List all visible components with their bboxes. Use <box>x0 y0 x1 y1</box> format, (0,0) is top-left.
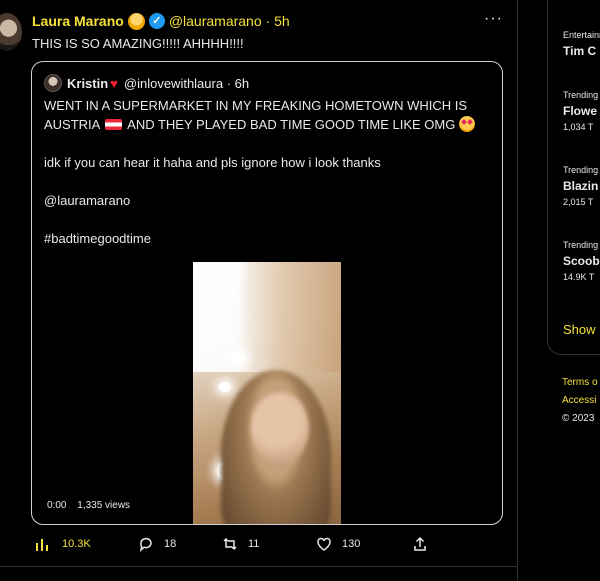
trends-panel: Entertainment Tim C Trending Flowe 1,034… <box>547 0 600 355</box>
reply-button[interactable]: 18 <box>138 536 176 552</box>
trend-category: Entertainment <box>563 30 600 40</box>
terms-link[interactable]: Terms o <box>562 374 598 392</box>
trend-name: Tim C <box>563 44 597 58</box>
heart-eyes-emoji-icon <box>459 116 475 132</box>
trend-item[interactable]: Trending Flowe 1,034 T <box>563 90 598 132</box>
emoji-icon <box>127 12 145 30</box>
trend-count: 2,015 T <box>563 197 594 207</box>
reply-count: 18 <box>164 538 177 550</box>
trend-name: Scoob <box>563 254 600 268</box>
quoted-line-1-end: AND THEY PLAYED BAD TIME GOOD TIME LIKE … <box>127 117 456 132</box>
retweet-icon <box>223 537 237 551</box>
quoted-line-1-start: WENT IN A SUPERMARKET IN MY FREAKING HOM… <box>44 98 468 113</box>
accessibility-link[interactable]: Accessi <box>562 392 598 410</box>
share-button[interactable] <box>412 536 438 552</box>
quoted-hashtag[interactable]: #badtimegoodtime <box>44 229 492 248</box>
trend-category: Trending <box>563 165 599 175</box>
trend-name: Blazin <box>563 179 599 193</box>
tweet-header: Laura Marano ✓ @lauramarano · 5h <box>32 12 290 30</box>
copyright: © 2023 <box>562 413 595 424</box>
reply-icon <box>139 537 152 552</box>
tweet-text: THIS IS SO AMAZING!!!!! AHHHH!!!! <box>32 36 244 51</box>
views-count: 10.3K <box>62 538 91 550</box>
verified-icon: ✓ <box>148 13 165 29</box>
trend-name: Flowe <box>563 104 598 118</box>
like-count: 130 <box>342 538 361 550</box>
video-meta: 0:00 1,335 views <box>47 500 138 511</box>
retweet-count: 11 <box>248 538 260 550</box>
quoted-line-2: idk if you can hear it haha and pls igno… <box>44 155 381 170</box>
quoted-line-1-middle: AUSTRIA <box>44 117 100 132</box>
video-time: 0:00 <box>47 500 67 511</box>
retweet-button[interactable]: 11 <box>222 536 259 552</box>
video-player[interactable] <box>193 262 341 524</box>
more-icon[interactable]: ··· <box>484 10 503 28</box>
like-button[interactable]: 130 <box>316 536 360 552</box>
quoted-avatar[interactable] <box>44 74 62 92</box>
trend-item[interactable]: Trending Scoob 14.9K T <box>563 240 600 282</box>
heart-icon <box>317 537 331 551</box>
austria-flag-icon <box>105 119 123 130</box>
video-background <box>193 262 341 372</box>
quoted-header: Kristin ♥ @inlovewithlaura · 6h <box>44 74 249 92</box>
show-more-link[interactable]: Show <box>563 322 596 337</box>
trend-category: Trending <box>563 90 599 100</box>
quoted-mention[interactable]: @lauramarano <box>44 191 492 210</box>
footer-links: Terms o Accessi © 2023 <box>562 374 598 428</box>
quoted-author-name[interactable]: Kristin <box>67 76 108 91</box>
share-icon <box>414 536 426 551</box>
divider <box>0 566 518 567</box>
trend-item[interactable]: Trending Blazin 2,015 T <box>563 165 598 207</box>
trend-item[interactable]: Entertainment Tim C <box>563 30 600 58</box>
analytics-icon <box>36 539 48 551</box>
trend-count: 1,034 T <box>563 122 594 132</box>
ceiling-light <box>233 354 245 364</box>
quoted-author-handle[interactable]: @inlovewithlaura · 6h <box>124 76 249 91</box>
author-handle[interactable]: @lauramarano · 5h <box>169 13 290 29</box>
video-face <box>251 392 309 464</box>
video-views: 1,335 views <box>77 500 131 511</box>
quoted-line-1: WENT IN A SUPERMARKET IN MY FREAKING HOM… <box>44 96 492 134</box>
ceiling-light <box>219 382 231 392</box>
heart-emoji-icon: ♥ <box>110 75 118 91</box>
trend-category: Trending <box>563 240 599 250</box>
quoted-text: WENT IN A SUPERMARKET IN MY FREAKING HOM… <box>44 96 492 248</box>
author-name[interactable]: Laura Marano <box>32 13 124 29</box>
action-bar: 10.3K 18 11 130 <box>0 536 518 558</box>
quoted-tweet[interactable]: Kristin ♥ @inlovewithlaura · 6h WENT IN … <box>31 61 503 525</box>
tweet-column: Laura Marano ✓ @lauramarano · 5h ··· THI… <box>0 0 518 581</box>
author-avatar[interactable] <box>0 13 22 51</box>
trend-count: 14.9K T <box>563 272 595 282</box>
views-button[interactable]: 10.3K <box>34 536 91 552</box>
